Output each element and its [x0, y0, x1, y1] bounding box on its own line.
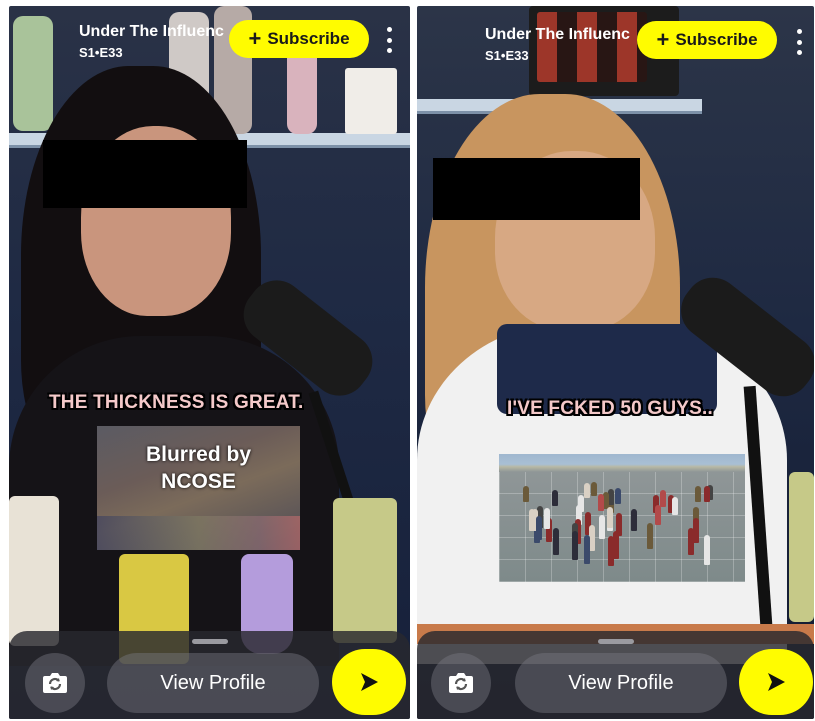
- camera-flip-icon: [43, 673, 67, 693]
- crowd-figure: [692, 518, 699, 543]
- plus-icon: +: [248, 26, 262, 51]
- show-title[interactable]: Under The Influenc: [485, 26, 630, 44]
- can-prop: [789, 472, 814, 622]
- episode-label: S1•E33: [485, 48, 529, 63]
- crowd-figure: [694, 486, 701, 502]
- crowd-figure: [583, 534, 590, 564]
- view-profile-button[interactable]: View Profile: [107, 653, 319, 713]
- blurred-overlay: Blurred by NCOSE: [97, 426, 300, 550]
- crowd-figure: [571, 531, 578, 560]
- crowd-figure: [672, 496, 679, 516]
- crowd-figure: [590, 482, 597, 497]
- crowd-figure: [583, 483, 590, 498]
- bottom-action-bar: View Profile: [9, 631, 410, 719]
- crowd-figure: [578, 494, 585, 513]
- crowd-figure: [704, 486, 711, 502]
- send-arrow-icon: [768, 673, 785, 691]
- subscribe-label: Subscribe: [267, 29, 350, 48]
- subscribe-button[interactable]: + Subscribe: [229, 20, 369, 58]
- digital-display: [537, 12, 647, 82]
- drag-handle[interactable]: [597, 639, 634, 644]
- view-profile-button[interactable]: View Profile: [515, 653, 727, 713]
- show-title[interactable]: Under The Influenc: [79, 23, 224, 41]
- crowd-figure: [660, 490, 667, 507]
- story-panel-right[interactable]: I'VE FCKED 50 GUYS.. Under The Influenc …: [417, 6, 814, 719]
- crowd-figure: [606, 506, 613, 528]
- camera-flip-button[interactable]: [25, 653, 85, 713]
- story-panel-left[interactable]: THE THICKNESS IS GREAT. Blurred by NCOSE…: [9, 6, 410, 719]
- send-arrow-icon: [361, 673, 378, 691]
- can-prop: [9, 496, 59, 646]
- caption-text: I'VE FCKED 50 GUYS..: [507, 398, 713, 419]
- censor-bar: [433, 158, 640, 220]
- crowd-image: [499, 454, 745, 582]
- crowd-figure: [551, 489, 558, 506]
- bottle-prop: [13, 16, 53, 131]
- playing-card-prop: [345, 68, 397, 134]
- crowd-figure: [597, 493, 604, 512]
- crowd-figure: [536, 516, 543, 541]
- crowd-figure: [544, 507, 551, 530]
- crowd-figure: [704, 535, 711, 565]
- episode-label: S1•E33: [79, 45, 123, 60]
- crowd-figure: [589, 524, 596, 551]
- crowd-figure: [613, 530, 620, 559]
- crowd-figure: [687, 527, 694, 555]
- camera-flip-icon: [449, 673, 473, 693]
- subscribe-label: Subscribe: [675, 30, 758, 49]
- can-prop: [333, 498, 397, 643]
- crowd-figure: [599, 515, 606, 539]
- overlay-text: Blurred by NCOSE: [145, 443, 252, 493]
- send-button[interactable]: [739, 649, 813, 715]
- crowd-figure: [647, 523, 654, 550]
- plus-icon: +: [656, 27, 670, 52]
- crowd-figure: [552, 527, 559, 555]
- camera-flip-button[interactable]: [431, 653, 491, 713]
- send-button[interactable]: [332, 649, 406, 715]
- drag-handle[interactable]: [191, 639, 228, 644]
- more-vertical-icon[interactable]: [794, 29, 804, 55]
- crowd-figure: [614, 487, 621, 504]
- crowd-figure: [523, 486, 530, 502]
- caption-text: THE THICKNESS IS GREAT.: [49, 392, 304, 413]
- bottom-action-bar: View Profile: [417, 631, 814, 719]
- more-vertical-icon[interactable]: [384, 27, 394, 53]
- crowd-figure: [655, 504, 662, 526]
- crowd-figure: [631, 508, 638, 531]
- censor-bar: [43, 140, 247, 208]
- subscribe-button[interactable]: + Subscribe: [637, 21, 777, 59]
